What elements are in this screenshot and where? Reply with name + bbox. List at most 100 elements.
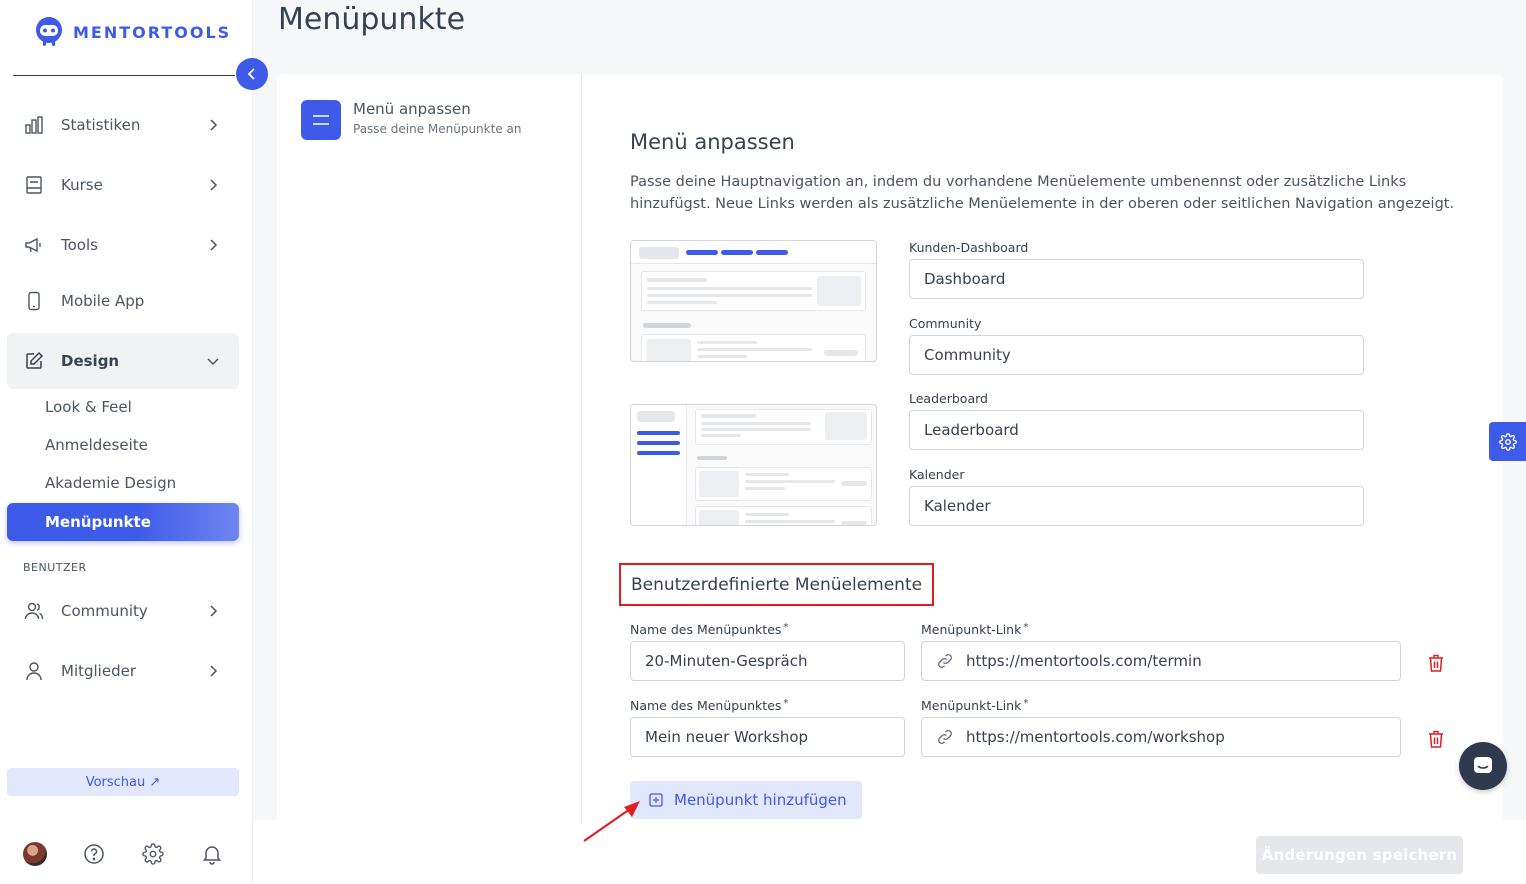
sidebar-subitem-menuepunkte[interactable]: Menüpunkte xyxy=(7,503,239,541)
section-title: Menü anpassen xyxy=(630,130,795,154)
sidebar-item-mitglieder[interactable]: Mitglieder xyxy=(7,647,239,695)
chat-icon xyxy=(1474,757,1492,773)
sidebar-item-design[interactable]: Design xyxy=(7,333,239,389)
required-mark: * xyxy=(1023,622,1029,633)
sidebar-subitem-anmeldeseite[interactable]: Anmeldeseite xyxy=(45,436,148,454)
sidebar-item-community[interactable]: Community xyxy=(7,587,239,635)
delete-row-button[interactable] xyxy=(1426,652,1446,674)
link-label-text: Menüpunkt-Link xyxy=(921,622,1022,637)
custom-items-title: Benutzerdefinierte Menüelemente xyxy=(631,574,923,595)
sidebar-item-statistiken[interactable]: Statistiken xyxy=(7,101,239,149)
section-label-benutzer: BENUTZER xyxy=(23,561,87,574)
link-icon xyxy=(936,728,954,746)
add-menu-item-label: Menüpunkt hinzufügen xyxy=(674,791,847,809)
name-label: Name des Menüpunktes * xyxy=(630,698,788,713)
dashboard-field[interactable]: Dashboard xyxy=(909,259,1364,299)
bar-chart-icon xyxy=(23,114,45,136)
settings-panel-button[interactable] xyxy=(1489,422,1526,461)
sidebar-item-label: Mitglieder xyxy=(61,662,136,680)
field-value: Community xyxy=(924,346,1011,364)
save-changes-label: Änderungen speichern xyxy=(1261,846,1458,864)
card-divider xyxy=(581,74,582,824)
user-icon xyxy=(23,660,45,682)
add-menu-item-button[interactable]: Menüpunkt hinzufügen xyxy=(630,781,862,819)
custom-name-field[interactable]: 20-Minuten-Gespräch xyxy=(630,641,905,681)
side-navigation-preview xyxy=(630,404,877,526)
leaderboard-field[interactable]: Leaderboard xyxy=(909,410,1364,450)
kalender-field[interactable]: Kalender xyxy=(909,486,1364,526)
trash-icon xyxy=(1429,730,1443,748)
book-icon xyxy=(23,174,45,196)
plus-square-icon xyxy=(649,793,663,807)
collapse-sidebar-button[interactable] xyxy=(236,58,268,90)
sidebar-item-tools[interactable]: Tools xyxy=(7,221,239,269)
gear-icon xyxy=(1498,432,1517,451)
link-label: Menüpunkt-Link * xyxy=(921,698,1028,713)
help-icon[interactable] xyxy=(82,842,106,866)
sidebar-item-kurse[interactable]: Kurse xyxy=(7,161,239,209)
brand-logo[interactable]: MENTORTOOLS xyxy=(33,16,231,48)
chevron-right-icon xyxy=(210,119,218,131)
field-label-community: Community xyxy=(909,316,982,331)
custom-link-field[interactable]: https://mentortools.com/workshop xyxy=(921,717,1401,757)
megaphone-icon xyxy=(23,234,45,256)
field-value: https://mentortools.com/workshop xyxy=(966,728,1225,746)
required-mark: * xyxy=(783,622,789,633)
custom-items-heading: Benutzerdefinierte Menüelemente xyxy=(619,563,934,606)
bell-icon[interactable] xyxy=(200,842,224,866)
sidebar-subitem-akademie-design[interactable]: Akademie Design xyxy=(45,474,176,492)
page-title: Menüpunkte xyxy=(278,2,466,37)
chevron-right-icon xyxy=(210,605,218,617)
sidebar-item-label: Design xyxy=(61,352,120,370)
phone-icon xyxy=(23,290,45,312)
avatar[interactable] xyxy=(23,842,47,866)
section-description: Passe deine Hauptnavigation an, indem du… xyxy=(630,174,1455,212)
annotation-arrow-icon xyxy=(583,801,640,842)
chevron-left-icon xyxy=(247,68,255,80)
field-label-leaderboard: Leaderboard xyxy=(909,391,988,406)
sidebar-item-mobile-app[interactable]: Mobile App xyxy=(7,277,239,325)
chevron-right-icon xyxy=(210,179,218,191)
logo-icon xyxy=(36,17,62,46)
settings-icon[interactable] xyxy=(141,842,165,866)
field-value: Mein neuer Workshop xyxy=(645,728,809,746)
community-field[interactable]: Community xyxy=(909,335,1364,375)
sidebar-item-label: Community xyxy=(61,602,148,620)
edit-icon xyxy=(23,350,45,372)
chat-launcher-button[interactable] xyxy=(1459,742,1507,790)
field-value: Leaderboard xyxy=(924,421,1019,439)
required-mark: * xyxy=(783,698,789,709)
link-label-text: Menüpunkt-Link xyxy=(921,698,1022,713)
chevron-right-icon xyxy=(210,239,218,251)
delete-row-button[interactable] xyxy=(1426,728,1446,750)
brand-name: MENTORTOOLS xyxy=(73,22,232,42)
chevron-right-icon xyxy=(210,665,218,677)
field-value: Dashboard xyxy=(924,270,1006,288)
field-value: 20-Minuten-Gespräch xyxy=(645,652,808,670)
sidebar-item-label: Tools xyxy=(61,236,98,254)
step-title[interactable]: Menü anpassen xyxy=(353,100,471,118)
sidebar-item-label: Mobile App xyxy=(61,292,145,310)
save-changes-button[interactable]: Änderungen speichern xyxy=(1256,836,1463,874)
field-label-kalender: Kalender xyxy=(909,467,965,482)
trash-icon xyxy=(1429,654,1443,672)
sidebar-item-label: Kurse xyxy=(61,176,103,194)
name-label-text: Name des Menüpunktes xyxy=(630,698,782,713)
users-icon xyxy=(23,600,45,622)
sidebar-item-label: Statistiken xyxy=(61,116,141,134)
custom-link-field[interactable]: https://mentortools.com/termin xyxy=(921,641,1401,681)
step-subtitle: Passe deine Menüpunkte an xyxy=(353,122,522,136)
menu-icon[interactable] xyxy=(301,100,341,140)
top-navigation-preview xyxy=(630,240,877,362)
link-icon xyxy=(936,652,954,670)
name-label: Name des Menüpunktes * xyxy=(630,622,788,637)
field-value: Kalender xyxy=(924,497,991,515)
sidebar-subitem-label: Menüpunkte xyxy=(45,513,151,531)
sidebar-subitem-look-feel[interactable]: Look & Feel xyxy=(45,398,132,416)
custom-name-field[interactable]: Mein neuer Workshop xyxy=(630,717,905,757)
field-value: https://mentortools.com/termin xyxy=(966,652,1202,670)
preview-button[interactable]: Vorschau ↗ xyxy=(7,768,239,796)
required-mark: * xyxy=(1023,698,1029,709)
name-label-text: Name des Menüpunktes xyxy=(630,622,782,637)
settings-card: Menü anpassen Passe deine Menüpunkte an … xyxy=(277,74,1503,824)
